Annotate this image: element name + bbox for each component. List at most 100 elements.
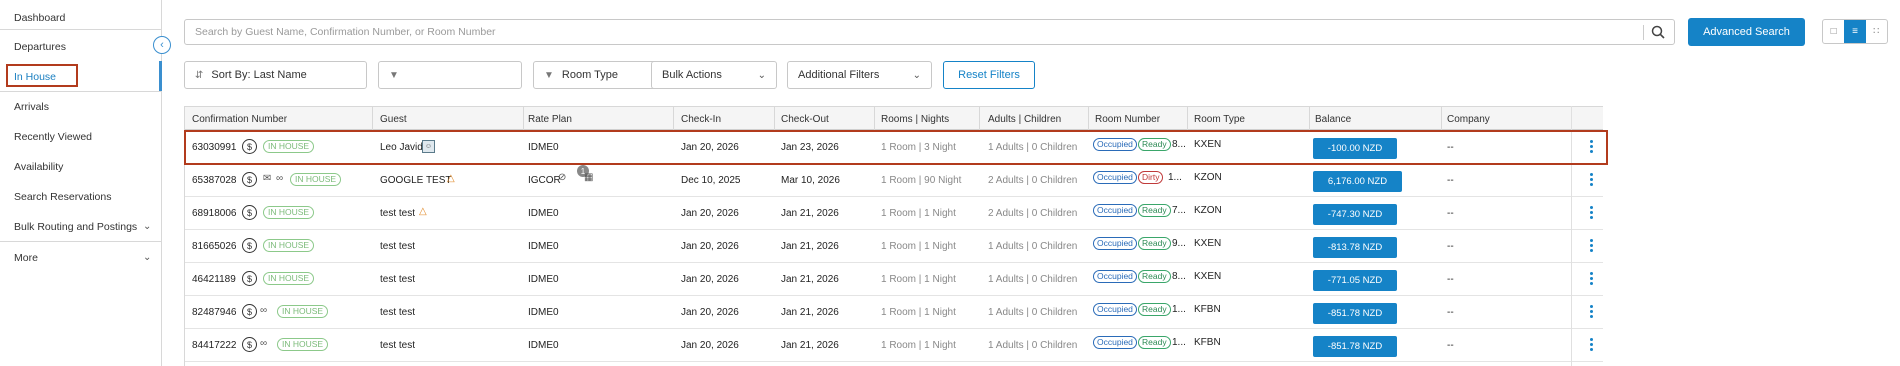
guest-name[interactable]: test test: [380, 208, 415, 219]
group-icon[interactable]: △: [419, 206, 427, 217]
dollar-circle-icon[interactable]: $: [242, 304, 257, 319]
collapse-sidebar-button[interactable]: ‹: [153, 36, 171, 54]
header-balance[interactable]: Balance: [1315, 114, 1351, 125]
room-type-label: Room Type: [561, 69, 618, 81]
list-view-icon[interactable]: ≡: [1844, 20, 1866, 43]
advanced-search-button[interactable]: Advanced Search: [1688, 18, 1805, 46]
sidebar-item-recently-viewed[interactable]: Recently Viewed: [14, 131, 92, 143]
more-vertical-icon[interactable]: [1590, 173, 1594, 188]
confirmation-number[interactable]: 82487946: [192, 307, 237, 318]
confirmation-number[interactable]: 68918006: [192, 208, 237, 219]
table-row[interactable]: 81665026 $ IN HOUSE test test IDME0 Jan …: [185, 230, 1603, 263]
balance-button[interactable]: -851.78 NZD: [1313, 336, 1397, 357]
header-confirmation[interactable]: Confirmation Number: [192, 114, 287, 125]
header-rooms-nights[interactable]: Rooms | Nights: [881, 114, 949, 125]
confirmation-number[interactable]: 46421189: [192, 274, 236, 285]
sidebar-item-arrivals[interactable]: Arrivals: [14, 101, 49, 113]
guest-name[interactable]: test test: [380, 274, 415, 285]
additional-filters-dropdown[interactable]: Additional Filters ⌄: [787, 61, 932, 89]
header-room-number[interactable]: Room Number: [1095, 114, 1160, 125]
room-number[interactable]: 1...: [1172, 304, 1186, 315]
check-in: Jan 20, 2026: [681, 208, 739, 219]
document-view-icon[interactable]: □: [1823, 20, 1844, 43]
guest-name[interactable]: Leo Javid: [380, 142, 423, 153]
confirmation-number[interactable]: 65387028: [192, 175, 237, 186]
balance-button[interactable]: -851.78 NZD: [1313, 303, 1397, 324]
room-number[interactable]: 8...: [1172, 139, 1186, 150]
sidebar-item-more[interactable]: More: [14, 252, 38, 264]
table-row[interactable]: 68918006 $ IN HOUSE test test △ IDME0 Ja…: [185, 197, 1603, 230]
occupied-badge: Occupied: [1093, 270, 1137, 283]
adults-children: 1 Adults | 0 Children: [988, 307, 1078, 318]
check-out: Jan 21, 2026: [781, 307, 839, 318]
more-vertical-icon[interactable]: [1590, 338, 1594, 353]
chevron-down-icon[interactable]: ⌄: [143, 221, 151, 232]
table-row[interactable]: 84417222 $ ∞ IN HOUSE test test IDME0 Ja…: [185, 329, 1603, 362]
guest-name[interactable]: GOOGLE TEST: [380, 175, 452, 186]
header-room-type[interactable]: Room Type: [1194, 114, 1245, 125]
header-check-in[interactable]: Check-In: [681, 114, 721, 125]
reset-filters-button[interactable]: Reset Filters: [943, 61, 1035, 89]
confirmation-number[interactable]: 63030991: [192, 142, 237, 153]
dollar-circle-icon[interactable]: $: [242, 337, 257, 352]
guest-name[interactable]: test test: [380, 307, 415, 318]
guest-name[interactable]: test test: [380, 340, 415, 351]
room-number[interactable]: 7...: [1172, 205, 1186, 216]
sidebar-item-search-reservations[interactable]: Search Reservations: [14, 191, 111, 203]
more-vertical-icon[interactable]: [1590, 140, 1594, 155]
balance-button[interactable]: -100.00 NZD: [1313, 138, 1397, 159]
more-vertical-icon[interactable]: [1590, 239, 1594, 254]
filter-icon: ▼: [389, 69, 399, 81]
balance-button[interactable]: -813.78 NZD: [1313, 237, 1397, 258]
link-icon[interactable]: ∞: [260, 338, 267, 349]
message-icon[interactable]: ✉: [263, 173, 271, 184]
confirmation-number[interactable]: 84417222: [192, 340, 237, 351]
header-guest[interactable]: Guest: [380, 114, 407, 125]
confirmation-number[interactable]: 81665026: [192, 241, 237, 252]
sidebar-item-departures[interactable]: Departures: [14, 41, 66, 53]
link-icon[interactable]: ∞: [276, 173, 283, 184]
search-input[interactable]: Search by Guest Name, Confirmation Numbe…: [184, 19, 1675, 45]
room-type: KFBN: [1194, 304, 1221, 315]
sort-dropdown[interactable]: ⇵ Sort By: Last Name: [184, 61, 367, 89]
dollar-circle-icon[interactable]: $: [242, 271, 257, 286]
header-company[interactable]: Company: [1447, 114, 1490, 125]
table-row[interactable]: 46421189 $ IN HOUSE test test IDME0 Jan …: [185, 263, 1603, 296]
sidebar-item-dashboard[interactable]: Dashboard: [14, 12, 65, 24]
balance-button[interactable]: -771.05 NZD: [1313, 270, 1397, 291]
room-number[interactable]: 9...: [1172, 238, 1186, 249]
dollar-circle-icon[interactable]: $: [242, 238, 257, 253]
bulk-actions-dropdown[interactable]: Bulk Actions ⌄: [651, 61, 777, 89]
header-rate-plan[interactable]: Rate Plan: [528, 114, 572, 125]
room-number[interactable]: 1...: [1168, 172, 1182, 183]
table-row[interactable]: 65387028 $ ✉ ∞ IN HOUSE GOOGLE TEST △ IG…: [185, 164, 1603, 197]
balance-button[interactable]: -747.30 NZD: [1313, 204, 1397, 225]
more-vertical-icon[interactable]: [1590, 206, 1594, 221]
adults-children: 2 Adults | 0 Children: [988, 208, 1078, 219]
dollar-circle-icon[interactable]: $: [242, 205, 257, 220]
check-in: Dec 10, 2025: [681, 175, 741, 186]
table-row[interactable]: 82487946 $ ∞ IN HOUSE test test IDME0 Ja…: [185, 296, 1603, 329]
dollar-circle-icon[interactable]: $: [242, 139, 257, 154]
group-icon[interactable]: △: [447, 173, 455, 184]
table-row[interactable]: 63030991 $ IN HOUSE Leo Javid ☺ IDME0 Ja…: [185, 131, 1603, 164]
header-adults-children[interactable]: Adults | Children: [988, 114, 1061, 125]
sidebar-divider: [0, 241, 162, 242]
guest-name[interactable]: test test: [380, 241, 415, 252]
more-vertical-icon[interactable]: [1590, 272, 1594, 287]
search-icon[interactable]: [1650, 24, 1666, 40]
more-vertical-icon[interactable]: [1590, 305, 1594, 320]
link-icon[interactable]: ∞: [260, 305, 267, 316]
balance-button[interactable]: 6,176.00 NZD: [1313, 171, 1402, 192]
room-number[interactable]: 8...: [1172, 271, 1186, 282]
dollar-circle-icon[interactable]: $: [242, 172, 257, 187]
filter-field[interactable]: ▼: [378, 61, 522, 89]
room-type-filter[interactable]: ▼ Room Type: [533, 61, 657, 89]
sidebar-item-bulk-routing[interactable]: Bulk Routing and Postings: [14, 221, 137, 233]
header-check-out[interactable]: Check-Out: [781, 114, 829, 125]
grid-view-icon[interactable]: ∷: [1866, 20, 1887, 43]
id-card-icon[interactable]: ☺: [422, 140, 435, 153]
sidebar-item-availability[interactable]: Availability: [14, 161, 63, 173]
room-number[interactable]: 1...: [1172, 337, 1186, 348]
chevron-down-icon[interactable]: ⌄: [143, 252, 151, 263]
